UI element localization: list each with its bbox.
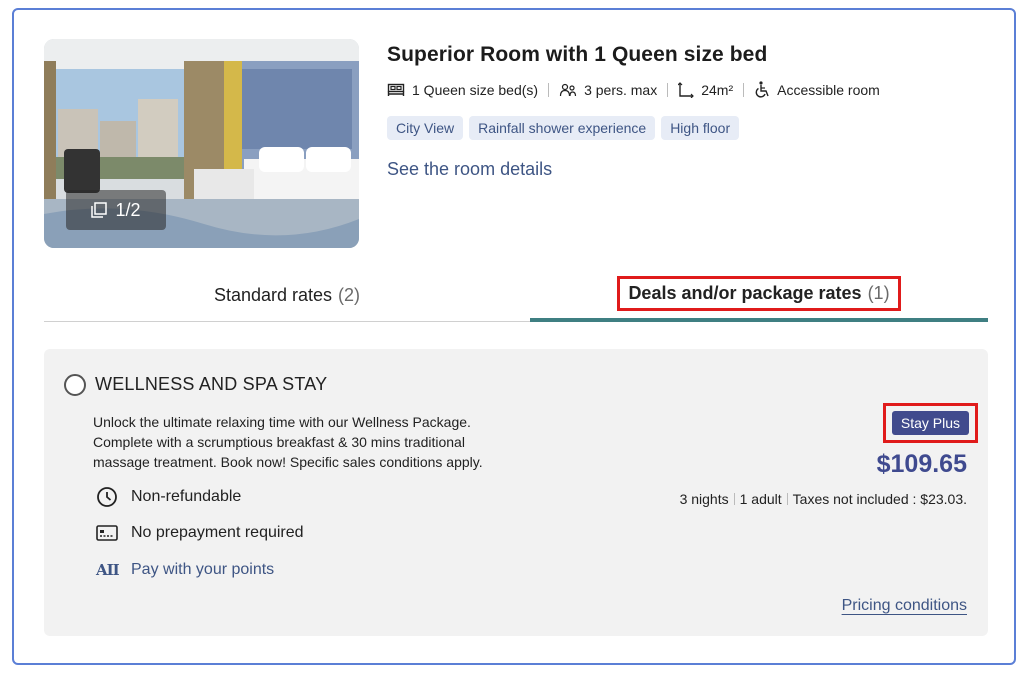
condition-non-refundable-label: Non-refundable	[131, 488, 242, 505]
rate-tabs: Standard rates (2) Deals and/or package …	[44, 268, 988, 322]
room-details-link[interactable]: See the room details	[387, 159, 552, 180]
feature-persons-label: 3 pers. max	[584, 81, 658, 98]
area-icon	[678, 81, 695, 98]
all-logo-icon: AII	[96, 561, 120, 579]
price-guests: 1 adult	[739, 491, 782, 507]
condition-pay-with-points[interactable]: AII Pay with your points	[96, 561, 274, 579]
room-card: 1/2 Superior Room with 1 Queen size bed …	[12, 8, 1016, 665]
pricing-conditions-link[interactable]: Pricing conditions	[842, 597, 967, 615]
feature-bed: 1 Queen size bed(s)	[387, 82, 538, 98]
persons-icon	[559, 83, 577, 96]
stay-plus-badge: Stay Plus	[891, 411, 969, 435]
offer-price: $109.65	[876, 450, 967, 478]
clock-icon	[97, 487, 117, 507]
wheelchair-icon	[755, 81, 769, 98]
card-icon	[96, 525, 118, 541]
tag-rainfall-shower: Rainfall shower experience	[469, 116, 656, 140]
feature-divider	[667, 82, 669, 97]
condition-no-prepayment: No prepayment required	[96, 524, 304, 542]
price-meta-divider	[786, 493, 788, 505]
offer-title: WELLNESS AND SPA STAY	[95, 374, 328, 394]
feature-accessible-label: Accessible room	[777, 81, 880, 98]
badge-highlight: Stay Plus	[882, 403, 978, 443]
bed-icon	[387, 83, 405, 96]
condition-non-refundable: Non-refundable	[96, 486, 241, 508]
tag-high-floor: High floor	[661, 116, 740, 140]
tab-deals-package-rates[interactable]: Deals and/or package rates (1)	[530, 268, 988, 322]
price-nights: 3 nights	[679, 491, 729, 507]
condition-pay-with-points-label: Pay with your points	[131, 561, 275, 578]
feature-area-label: 24m²	[701, 81, 734, 98]
feature-divider	[548, 82, 550, 97]
tag-city-view: City View	[387, 116, 464, 140]
feature-accessible: Accessible room	[754, 81, 880, 98]
offer-card: WELLNESS AND SPA STAY Unlock the ultimat…	[44, 349, 988, 636]
tab-deals-count: (1)	[867, 282, 890, 303]
room-features: 1 Queen size bed(s) 3 pers. max 24m² Acc…	[387, 81, 880, 98]
photo-counter[interactable]: 1/2	[66, 190, 166, 230]
gallery-icon	[91, 202, 108, 218]
feature-area: 24m²	[678, 82, 733, 98]
tab-standard-label: Standard rates	[213, 284, 333, 305]
photo-counter-text: 1/2	[115, 199, 141, 220]
tab-deals-highlight: Deals and/or package rates (1)	[617, 275, 901, 311]
offer-radio[interactable]	[64, 374, 86, 396]
price-taxes: Taxes not included : $23.03.	[792, 491, 967, 507]
price-meta: 3 nights 1 adult Taxes not included : $2…	[680, 491, 967, 507]
price-meta-divider	[733, 493, 735, 505]
feature-bed-label: 1 Queen size bed(s)	[412, 81, 539, 98]
room-tags: City View Rainfall shower experience Hig…	[387, 116, 740, 140]
room-photo[interactable]: 1/2	[44, 39, 359, 248]
tab-standard-rates[interactable]: Standard rates (2)	[44, 268, 530, 322]
feature-persons: 3 pers. max	[559, 82, 657, 98]
condition-no-prepayment-label: No prepayment required	[131, 524, 304, 541]
feature-divider	[743, 82, 745, 97]
room-title: Superior Room with 1 Queen size bed	[387, 43, 768, 66]
tab-deals-label: Deals and/or package rates	[628, 282, 862, 303]
offer-description: Unlock the ultimate relaxing time with o…	[93, 414, 483, 470]
tab-standard-count: (2)	[338, 284, 361, 305]
